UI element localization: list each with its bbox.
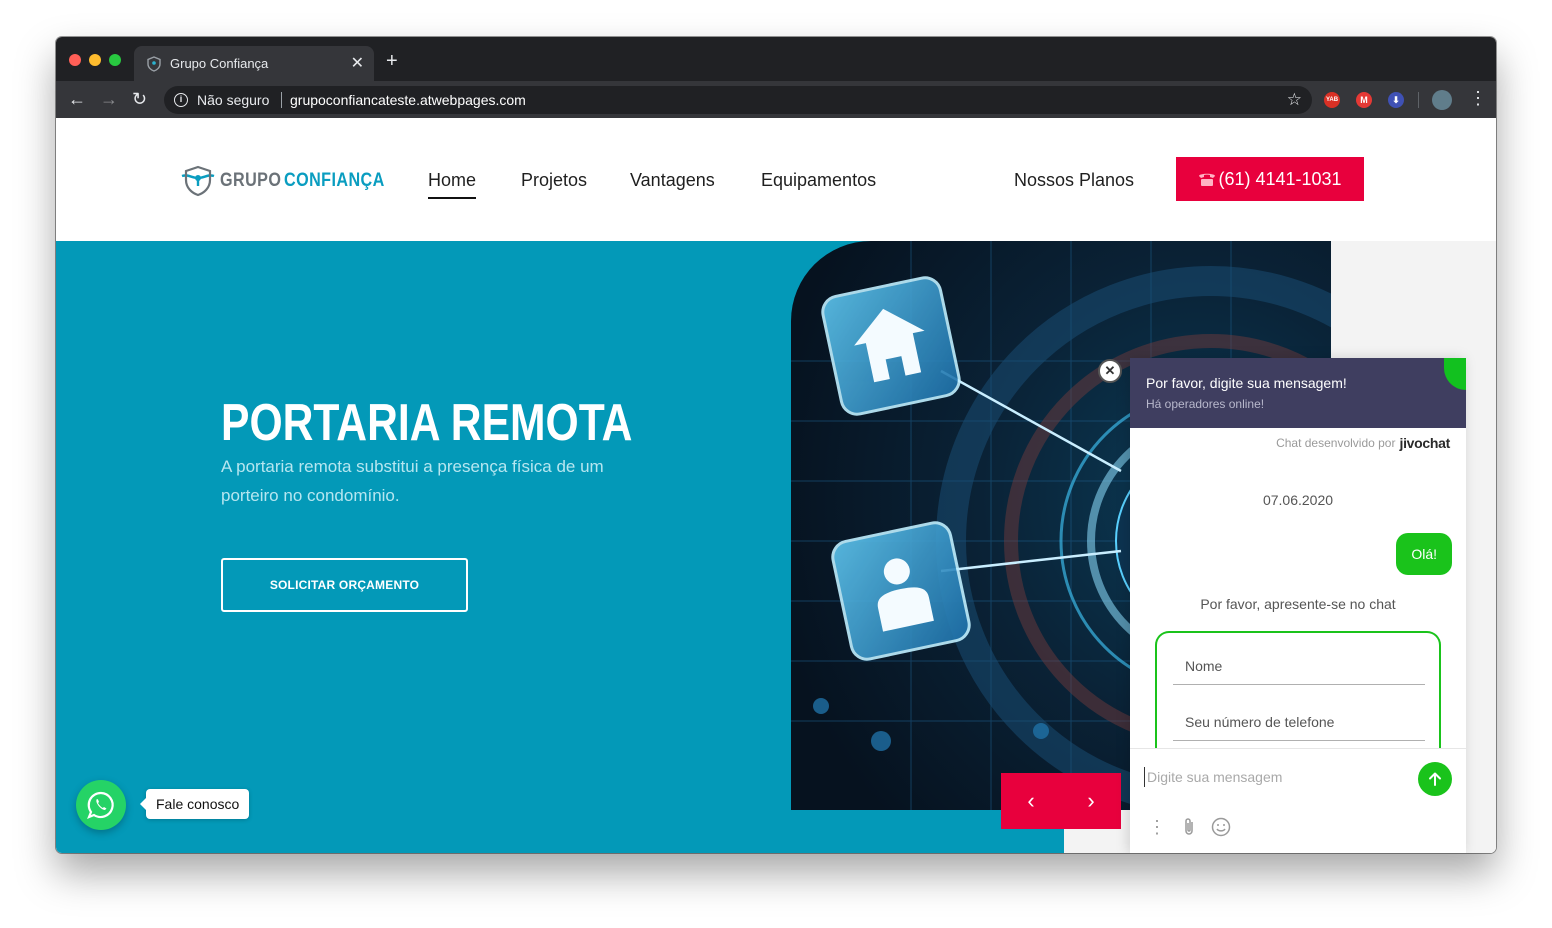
- attachment-icon[interactable]: [1178, 816, 1200, 838]
- chat-tools: ⋮: [1146, 816, 1232, 838]
- hero-title: PORTARIA REMOTA: [221, 394, 633, 452]
- chat-online-indicator: [1444, 358, 1466, 390]
- more-options-icon[interactable]: ⋮: [1146, 816, 1168, 838]
- emoji-icon[interactable]: [1210, 816, 1232, 838]
- browser-window: Grupo Confiança ✕ + ← → ↻ i Não seguro g…: [56, 37, 1496, 853]
- nav-home[interactable]: Home: [428, 170, 476, 191]
- forward-arrow-icon[interactable]: →: [100, 88, 118, 110]
- chat-header: Por favor, digite sua mensagem! Há opera…: [1130, 358, 1466, 428]
- phone-field[interactable]: Seu número de telefone: [1173, 701, 1425, 741]
- chat-date: 07.06.2020: [1262, 492, 1334, 508]
- address-bar[interactable]: i Não seguro grupoconfiancateste.atwebpa…: [164, 86, 1312, 114]
- download-extension-icon[interactable]: ⬇: [1388, 92, 1404, 108]
- info-icon[interactable]: i: [174, 93, 188, 107]
- phone-number: (61) 4141-1031: [1218, 168, 1342, 189]
- chat-message-input[interactable]: [1144, 767, 1404, 787]
- m-extension-icon[interactable]: M: [1356, 92, 1372, 108]
- nav-projetos[interactable]: Projetos: [521, 170, 587, 191]
- hero-subtitle: A portaria remota substitui a presença f…: [221, 457, 604, 505]
- nav-vantagens[interactable]: Vantagens: [630, 170, 715, 191]
- url-text[interactable]: grupoconfiancateste.atwebpages.com: [290, 92, 526, 108]
- tab-close-icon[interactable]: ✕: [351, 53, 364, 73]
- tab-title: Grupo Confiança: [170, 56, 269, 71]
- chat-subtitle: Há operadores online!: [1146, 397, 1265, 411]
- toolbar-separator: [1418, 92, 1419, 108]
- maximize-window-button[interactable]: [109, 54, 121, 66]
- send-button[interactable]: [1418, 762, 1452, 796]
- request-quote-button[interactable]: SOLICITAR ORÇAMENTO: [221, 558, 468, 612]
- arrow-up-icon: [1429, 772, 1441, 786]
- slider-navigation: ‹ ›: [1001, 773, 1121, 829]
- nav-nossos-planos[interactable]: Nossos Planos: [1014, 170, 1134, 191]
- close-window-button[interactable]: [69, 54, 81, 66]
- chat-close-icon[interactable]: ✕: [1098, 359, 1122, 383]
- browser-tab[interactable]: Grupo Confiança ✕: [134, 46, 374, 81]
- yab-extension-icon[interactable]: YAB: [1324, 92, 1340, 108]
- name-field[interactable]: Nome: [1173, 645, 1425, 685]
- chat-widget: Por favor, digite sua mensagem! Há opera…: [1130, 358, 1466, 853]
- minimize-window-button[interactable]: [89, 54, 101, 66]
- logo-text-grupo: GRUPO: [220, 170, 282, 191]
- logo-text-confianca: CONFIANÇA: [284, 170, 385, 191]
- chat-input-area: ⋮: [1130, 748, 1466, 853]
- whatsapp-label[interactable]: Fale conosco: [139, 789, 250, 819]
- back-arrow-icon[interactable]: ←: [68, 88, 86, 110]
- telephone-icon: [1199, 173, 1216, 186]
- shield-favicon-icon: [147, 56, 161, 72]
- new-tab-button[interactable]: +: [386, 51, 398, 71]
- phone-button[interactable]: (61) 4141-1031: [1176, 157, 1364, 201]
- nav-home-underline: [428, 197, 476, 199]
- tab-strip: Grupo Confiança ✕ +: [56, 37, 1496, 81]
- chat-intro-prompt: Por favor, apresente-se no chat: [1200, 596, 1396, 612]
- chat-powered-by[interactable]: Chat desenvolvido por jivochat: [1276, 435, 1450, 451]
- chat-title: Por favor, digite sua mensagem!: [1146, 375, 1347, 391]
- site-logo[interactable]: GRUPO CONFIANÇA: [180, 164, 403, 198]
- more-menu-icon[interactable]: ⋮: [1469, 88, 1487, 108]
- powered-by-text: Chat desenvolvido por: [1276, 436, 1396, 450]
- profile-avatar[interactable]: [1432, 90, 1452, 110]
- bookmark-star-icon[interactable]: ☆: [1287, 90, 1302, 110]
- whatsapp-button[interactable]: [76, 780, 126, 830]
- jivochat-logo: jivochat: [1399, 435, 1450, 451]
- url-separator: [281, 92, 282, 108]
- security-label[interactable]: Não seguro: [197, 92, 269, 108]
- slider-prev-chevron-icon[interactable]: ‹: [1001, 773, 1061, 829]
- web-page: GRUPO CONFIANÇA Home Projetos Vantagens …: [56, 118, 1496, 853]
- browser-toolbar: ← → ↻ i Não seguro grupoconfiancateste.a…: [56, 81, 1496, 118]
- site-header: GRUPO CONFIANÇA Home Projetos Vantagens …: [56, 118, 1496, 241]
- shield-keyhole-icon: [181, 165, 215, 197]
- reload-icon[interactable]: ↻: [132, 88, 147, 110]
- outgoing-message: Olá!: [1396, 533, 1452, 575]
- slider-next-chevron-icon[interactable]: ›: [1061, 773, 1121, 829]
- whatsapp-icon: [87, 791, 114, 819]
- nav-equipamentos[interactable]: Equipamentos: [761, 170, 876, 191]
